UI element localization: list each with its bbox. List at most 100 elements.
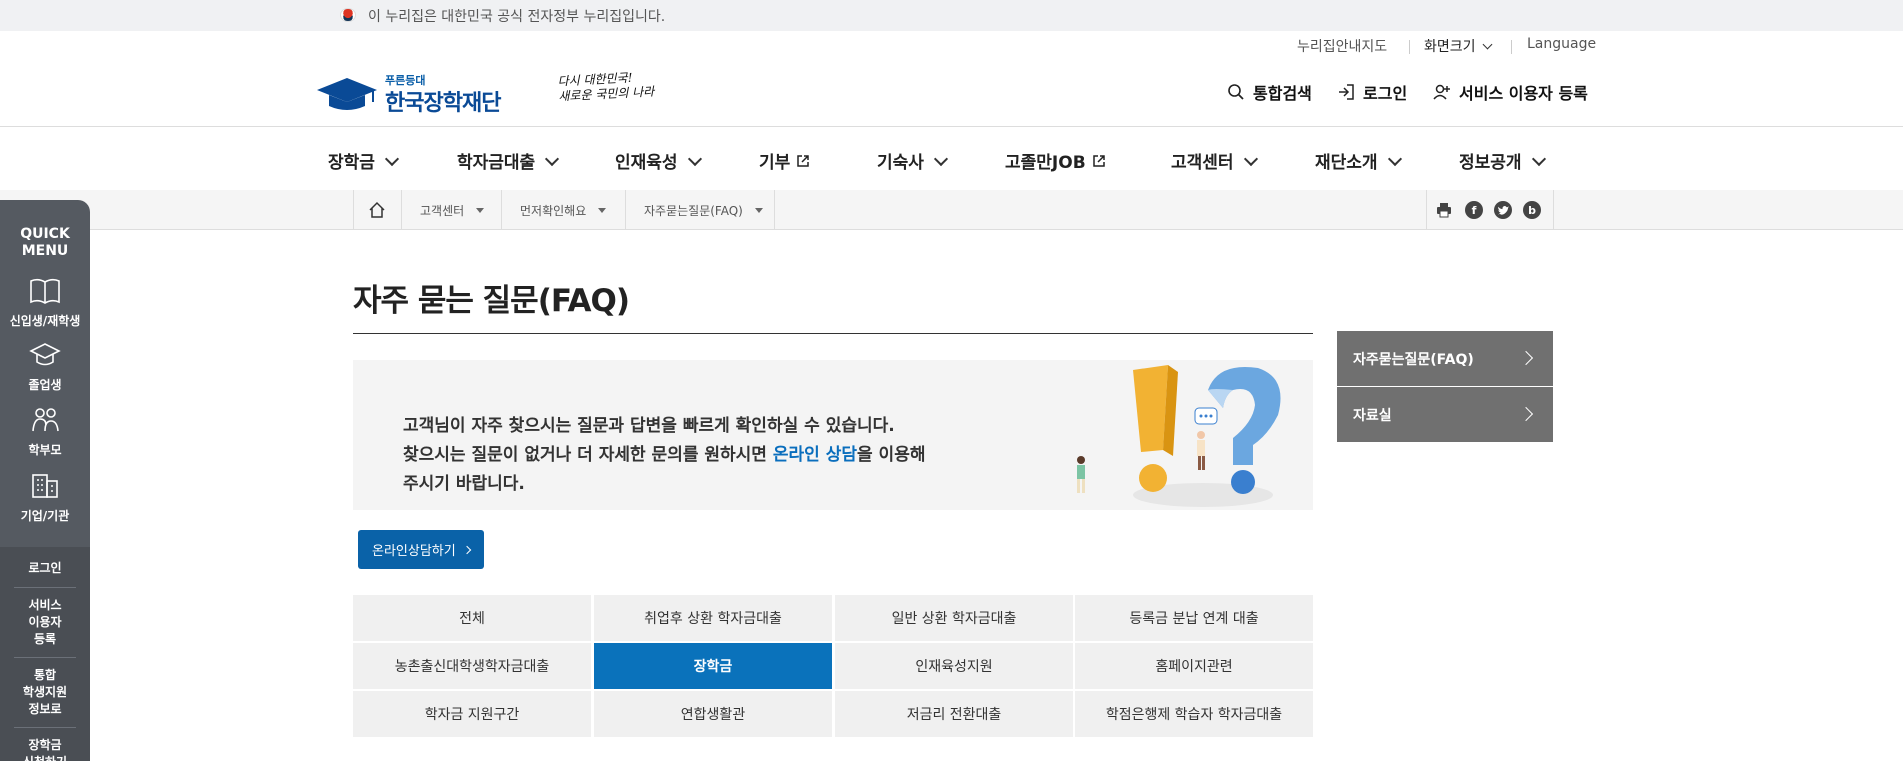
category-tab-active[interactable]: 장학금 bbox=[594, 643, 832, 689]
nav-label: 기숙사 bbox=[877, 153, 924, 173]
quick-item-graduates[interactable]: 졸업생 bbox=[0, 340, 90, 393]
nav-scholarship[interactable]: 장학금 bbox=[328, 148, 399, 173]
blog-icon: b bbox=[1528, 203, 1536, 217]
quick-menu-title-line: MENU bbox=[21, 243, 69, 259]
home-button[interactable] bbox=[353, 190, 401, 230]
title-divider bbox=[353, 333, 1313, 334]
login-label: 로그인 bbox=[1363, 84, 1408, 103]
category-tab[interactable]: 전체 bbox=[353, 595, 591, 641]
gov-banner-text: 이 누리집은 대한민국 공식 전자정부 누리집입니다. bbox=[368, 9, 666, 25]
home-icon bbox=[369, 201, 385, 218]
category-tab[interactable]: 인재육성지원 bbox=[835, 643, 1073, 689]
online-consult-button[interactable]: 온라인상담하기 bbox=[358, 530, 484, 569]
nav-student-loan[interactable]: 학자금대출 bbox=[457, 148, 560, 173]
intro-line2-text: 찾으시는 질문이 없거나 더 자세한 문의를 원하시면 bbox=[403, 445, 773, 465]
login-icon bbox=[1339, 84, 1354, 100]
breadcrumb-level2[interactable]: 먼저확인해요 bbox=[501, 190, 625, 230]
quick-item-parents[interactable]: 학부모 bbox=[0, 405, 90, 458]
quick-link-divider bbox=[14, 727, 76, 728]
print-button[interactable] bbox=[1435, 201, 1453, 219]
side-menu-faq[interactable]: 자주묻는질문(FAQ) bbox=[1337, 331, 1553, 386]
util-divider bbox=[1511, 40, 1512, 54]
chevron-down-icon bbox=[1531, 151, 1546, 166]
chevron-down-icon bbox=[545, 151, 560, 166]
nav-label: 고졸만JOB bbox=[1005, 153, 1086, 173]
nav-highschool-job[interactable]: 고졸만JOB bbox=[1005, 148, 1106, 173]
login-button[interactable]: 로그인 bbox=[1337, 80, 1407, 104]
category-tab[interactable]: 학자금 지원구간 bbox=[353, 691, 591, 737]
intro-line1: 고객님이 자주 찾으시는 질문과 답변을 빠르게 확인하실 수 있습니다. bbox=[403, 416, 895, 436]
search-icon bbox=[1228, 84, 1244, 100]
nav-talent[interactable]: 인재육성 bbox=[615, 148, 702, 173]
intro-text: 고객님이 자주 찾으시는 질문과 답변을 빠르게 확인하실 수 있습니다. 찾으… bbox=[403, 412, 925, 499]
nav-foundation[interactable]: 재단소개 bbox=[1315, 148, 1402, 173]
quick-menu-links: 로그인 서비스 이용자 등록 통합 학생지원 정보로 장학금 신청하기 bbox=[0, 547, 90, 761]
nav-customer-center[interactable]: 고객센터 bbox=[1171, 148, 1258, 173]
caret-down-icon bbox=[754, 207, 763, 213]
register-button[interactable]: 서비스 이용자 등록 bbox=[1433, 80, 1588, 104]
breadcrumb-level1[interactable]: 고객센터 bbox=[401, 190, 501, 230]
add-user-icon bbox=[1433, 84, 1450, 100]
breadcrumb-label: 자주묻는질문(FAQ) bbox=[644, 203, 743, 218]
chevron-right-icon bbox=[462, 545, 471, 554]
category-tab[interactable]: 연합생활관 bbox=[594, 691, 832, 737]
quick-item-companies[interactable]: 기업/기관 bbox=[0, 471, 90, 524]
side-menu-resources[interactable]: 자료실 bbox=[1337, 387, 1553, 442]
category-tab[interactable]: 농촌출신대학생학자금대출 bbox=[353, 643, 591, 689]
breadcrumb-level3[interactable]: 자주묻는질문(FAQ) bbox=[625, 190, 774, 230]
breadcrumb-label: 먼저확인해요 bbox=[520, 203, 587, 218]
nav-label: 장학금 bbox=[328, 153, 375, 173]
search-label: 통합검색 bbox=[1253, 84, 1312, 103]
quick-link-scholarship-apply[interactable]: 장학금 신청하기 bbox=[0, 737, 90, 761]
caret-down-icon bbox=[598, 207, 607, 213]
category-tab[interactable]: 홈페이지관련 bbox=[1075, 643, 1313, 689]
slogan: 다시 대한민국! 새로운 국민의 나라 bbox=[557, 70, 654, 105]
twitter-share-button[interactable] bbox=[1494, 201, 1512, 219]
language-link[interactable]: Language bbox=[1527, 36, 1596, 52]
page-title: 자주 묻는 질문(FAQ) bbox=[353, 283, 630, 319]
breadcrumb-label: 고객센터 bbox=[420, 203, 465, 218]
external-link-icon bbox=[797, 154, 810, 167]
category-tab[interactable]: 취업후 상환 학자금대출 bbox=[594, 595, 832, 641]
logo-title: 한국장학재단 bbox=[385, 91, 501, 116]
graduation-cap-logo-icon bbox=[317, 78, 377, 110]
chevron-down-icon bbox=[687, 151, 702, 166]
intro-line2-text: 을 이용해 bbox=[857, 445, 926, 465]
chevron-right-icon bbox=[1518, 350, 1534, 366]
category-tab[interactable]: 저금리 전환대출 bbox=[835, 691, 1073, 737]
blog-share-button[interactable]: b bbox=[1523, 201, 1541, 219]
nav-disclosure[interactable]: 정보공개 bbox=[1459, 148, 1546, 173]
nav-label: 재단소개 bbox=[1315, 153, 1378, 173]
integrated-search-button[interactable]: 통합검색 bbox=[1227, 80, 1312, 104]
nav-donation[interactable]: 기부 bbox=[759, 148, 810, 173]
quick-item-label: 학부모 bbox=[28, 443, 62, 457]
quick-link-student-info[interactable]: 통합 학생지원 정보로 bbox=[0, 667, 90, 718]
external-link-icon bbox=[1092, 154, 1105, 167]
nav-dormitory[interactable]: 기숙사 bbox=[877, 148, 948, 173]
intro-box: 고객님이 자주 찾으시는 질문과 답변을 빠르게 확인하실 수 있습니다. 찾으… bbox=[353, 360, 1313, 510]
intro-line3: 주시기 바랍니다. bbox=[403, 474, 525, 494]
quick-item-label: 신입생/재학생 bbox=[9, 314, 81, 328]
caret-down-icon bbox=[476, 207, 485, 213]
category-tab[interactable]: 일반 상환 학자금대출 bbox=[835, 595, 1073, 641]
breadcrumb-divider bbox=[1553, 190, 1554, 230]
category-tab[interactable]: 학점은행제 학습자 학자금대출 bbox=[1075, 691, 1313, 737]
facebook-share-button[interactable]: f bbox=[1465, 201, 1483, 219]
quick-link-login[interactable]: 로그인 bbox=[0, 560, 90, 577]
quick-link-register[interactable]: 서비스 이용자 등록 bbox=[0, 597, 90, 648]
nav-label: 고객센터 bbox=[1171, 153, 1234, 173]
facebook-icon: f bbox=[1471, 203, 1477, 217]
quick-item-students[interactable]: 신입생/재학생 bbox=[0, 276, 90, 329]
chevron-down-icon bbox=[1243, 151, 1258, 166]
consult-button-label: 온라인상담하기 bbox=[372, 544, 456, 559]
nav-label: 기부 bbox=[759, 153, 791, 173]
quick-menu: QUICK MENU 신입생/재학생 졸업생 학부모 기업/기관 로그인 서비스… bbox=[0, 200, 90, 761]
site-logo[interactable]: 푸른등대 한국장학재단 bbox=[317, 70, 502, 116]
font-size-toggle[interactable]: 화면크기 bbox=[1424, 36, 1493, 56]
book-icon bbox=[30, 278, 60, 304]
category-tab[interactable]: 등록금 분납 연계 대출 bbox=[1075, 595, 1313, 641]
faq-illustration bbox=[1077, 365, 1281, 507]
sitemap-link[interactable]: 누리집안내지도 bbox=[1297, 36, 1387, 56]
breadcrumb-divider bbox=[1426, 190, 1427, 230]
online-consult-link[interactable]: 온라인 상담 bbox=[773, 445, 857, 465]
